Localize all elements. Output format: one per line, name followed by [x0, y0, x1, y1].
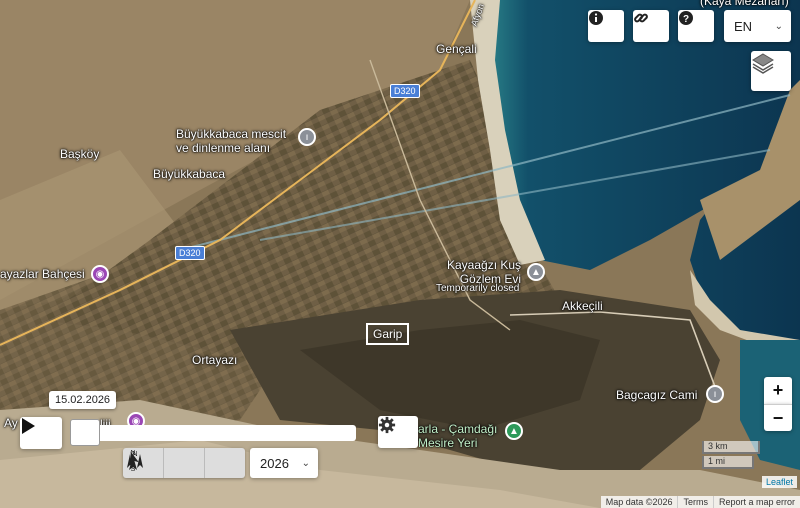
zoom-in-label: + [772, 380, 784, 400]
compass-south-button[interactable]: S [130, 448, 205, 478]
road-shield-d320-left: D320 [175, 246, 205, 260]
svg-text:?: ? [683, 14, 689, 25]
chevron-down-icon: ⌄ [301, 457, 310, 469]
year-select[interactable]: 2026 ⌄ [250, 448, 318, 478]
compass-n2-label: N [132, 451, 137, 458]
label-kaya-mezarlari: (Kaya Mezarları) [700, 0, 789, 8]
scale-mi: 1 mi [702, 456, 754, 469]
compass-dual-icon: N [127, 451, 143, 468]
label-baskoy: Başköy [60, 147, 100, 161]
label-buyukkabaca: Büyükkabaca [153, 167, 226, 181]
label-garip[interactable]: Garip [366, 323, 410, 345]
language-value: EN [734, 18, 753, 34]
link-icon [634, 13, 648, 23]
label-akkecili: Akkeçili [562, 299, 603, 313]
layers-icon [752, 53, 774, 74]
timeline-slider-thumb[interactable] [70, 419, 100, 446]
zoom-out-button[interactable]: − [764, 404, 792, 431]
terms-link[interactable]: Terms [677, 496, 713, 508]
tree-poi-icon-2[interactable]: ▲ [505, 422, 523, 440]
compass-group: N S N [123, 448, 245, 478]
compass-dual-button[interactable]: N [127, 448, 245, 478]
label-bagcagiz-cami: Bagcagız Cami [616, 388, 698, 402]
label-ayazlar-bahcesi: ayazlar Bahçesi [0, 267, 85, 281]
tree-poi-icon[interactable]: ▲ [527, 263, 545, 281]
layers-button[interactable] [751, 51, 791, 91]
road-shield-d320: D320 [390, 84, 420, 98]
zoom-in-button[interactable]: + [764, 377, 792, 404]
info-icon [589, 11, 603, 25]
leaflet-link[interactable]: Leaflet [762, 476, 798, 488]
play-button[interactable] [20, 417, 62, 449]
date-tooltip: 15.02.2026 [49, 391, 117, 409]
zoom-out-label: − [772, 407, 784, 428]
mosque-poi-icon-2[interactable]: ı [706, 385, 724, 403]
chevron-down-icon: ⌄ [774, 20, 783, 32]
label-buyukkabaca-rest-area: Büyükkabaca mescit ve dinlenme alanı [176, 127, 287, 155]
label-kayaagzi-status: Temporarily closed [436, 283, 520, 294]
scale-km: 3 km [702, 441, 760, 454]
label-camdagi: arla - Çamdağı Mesire Yeri [418, 422, 498, 450]
report-error-link[interactable]: Report a map error [712, 496, 800, 508]
play-icon [22, 418, 35, 434]
settings-button[interactable] [378, 416, 418, 448]
help-button[interactable]: ? [678, 10, 714, 42]
label-aya-partial: Ay [4, 416, 18, 430]
attribution-bar: Map data ©2026 Terms Report a map error [600, 496, 800, 508]
language-select[interactable]: EN ⌄ [724, 10, 791, 42]
year-value: 2026 [260, 455, 289, 471]
timeline-slider[interactable] [70, 425, 356, 441]
gear-icon [378, 416, 396, 434]
help-icon: ? [679, 11, 693, 25]
camera-poi-icon[interactable]: ◉ [91, 265, 109, 283]
link-button[interactable] [633, 10, 669, 42]
mosque-poi-icon[interactable]: ı [298, 128, 316, 146]
info-button[interactable] [588, 10, 624, 42]
label-ortayazi: Ortayazı [192, 353, 238, 367]
map-data-text: Map data ©2026 [605, 497, 673, 507]
label-gencali: Gençali [436, 42, 477, 56]
map-canvas[interactable]: (Kaya Mezarları) Gençali Afyon D320 Büyü… [0, 0, 800, 508]
